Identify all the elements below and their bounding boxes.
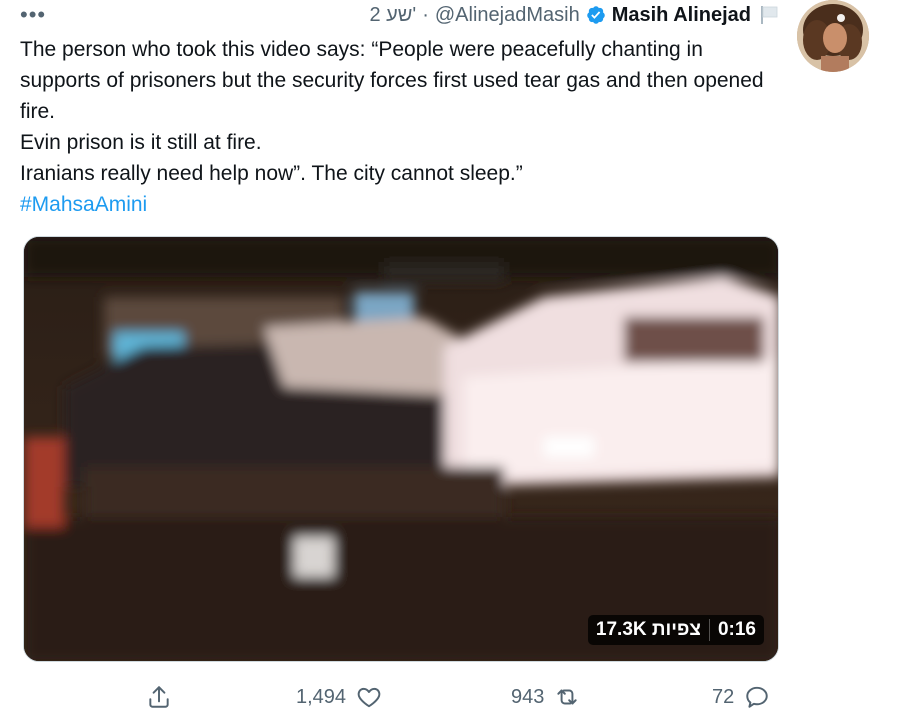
- tweet-text-line: Iranians really need help now”. The city…: [20, 162, 523, 185]
- reply-button[interactable]: 72: [712, 680, 770, 714]
- reply-icon: [746, 686, 768, 708]
- like-count: 1,494: [296, 685, 347, 708]
- retweet-count: 943: [511, 685, 545, 708]
- share-button[interactable]: [146, 680, 172, 714]
- retweet-button[interactable]: 943: [511, 680, 580, 714]
- author-name[interactable]: Masih Alinejad: [612, 4, 751, 27]
- tweet-header: 2 שע' · @AlinejadMasih Masih Alinejad: [369, 2, 779, 28]
- video-player[interactable]: 17.3K צפיות 0:16: [23, 236, 779, 662]
- verified-badge-icon: [586, 6, 605, 24]
- action-bar: 1,494 943 72: [0, 680, 899, 714]
- hashtag-link[interactable]: #MahsaAmini: [20, 193, 147, 216]
- header-separator: ·: [422, 3, 429, 26]
- share-icon: [149, 686, 169, 708]
- more-options-icon[interactable]: •••: [20, 4, 46, 26]
- view-count: 17.3K צפיות: [588, 619, 710, 641]
- tweet-text: The person who took this video says: “Pe…: [20, 34, 780, 220]
- like-button[interactable]: 1,494: [296, 680, 382, 714]
- video-frame: [24, 237, 778, 661]
- white-flag-icon: [761, 6, 778, 24]
- video-duration: 0:16: [717, 619, 756, 640]
- reply-count: 72: [712, 685, 735, 708]
- tweet-text-line: Evin prison is it still at fire.: [20, 131, 262, 154]
- video-badge: 17.3K צפיות 0:16: [587, 615, 764, 645]
- heart-icon: [357, 687, 381, 708]
- author-handle[interactable]: @AlinejadMasih: [435, 4, 580, 27]
- tweet-timestamp[interactable]: 2 שע': [369, 4, 416, 27]
- author-avatar[interactable]: [797, 0, 869, 72]
- retweet-icon: [557, 689, 578, 705]
- tweet-text-line: The person who took this video says: “Pe…: [20, 38, 764, 123]
